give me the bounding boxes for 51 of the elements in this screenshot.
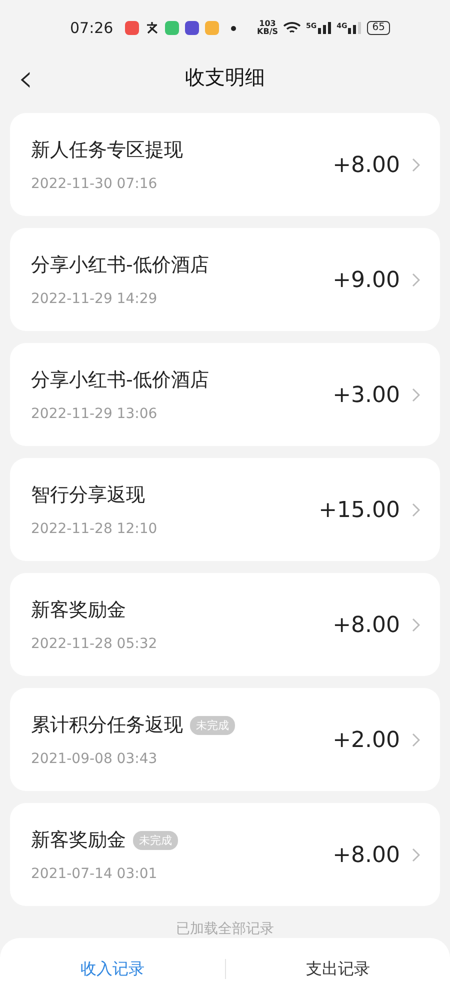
chevron-icon xyxy=(412,502,420,516)
record-title: 累计积分任务返现 xyxy=(31,713,183,738)
back-button[interactable]: ‹ xyxy=(8,58,44,97)
speed-value: 103 xyxy=(259,20,276,28)
record-amount: +8.00 xyxy=(332,843,400,868)
signal-icon xyxy=(348,22,362,34)
app-icon xyxy=(205,21,220,36)
record-time: 2022-11-29 14:29 xyxy=(31,291,158,307)
record-amount: +15.00 xyxy=(318,498,400,523)
chevron-icon xyxy=(412,388,420,402)
record-amount: +8.00 xyxy=(332,613,400,638)
record-time: 2022-11-28 05:32 xyxy=(31,636,158,652)
chevron-icon xyxy=(412,732,420,746)
record-time: 2021-09-08 03:43 xyxy=(31,751,158,767)
record-title: 分享小红书-低价酒店 xyxy=(31,253,209,278)
app-icon xyxy=(185,21,200,36)
record-time: 2022-11-30 07:16 xyxy=(31,176,158,192)
record-time: 2022-11-29 13:06 xyxy=(31,406,158,422)
record-amount: +8.00 xyxy=(332,153,400,178)
chevron-icon xyxy=(412,272,420,286)
app-icon xyxy=(125,21,140,36)
signal-icon xyxy=(318,22,332,34)
record-card[interactable]: 智行分享返现 2022-11-28 12:10 +15.00 xyxy=(10,458,440,561)
dot-icon xyxy=(231,26,236,31)
app-icon xyxy=(165,21,180,36)
record-title: 新客奖励金 xyxy=(31,828,126,853)
chevron-icon xyxy=(412,618,420,632)
clock-time: 07:26 xyxy=(70,19,114,38)
loaded-all-note: 已加载全部记录 xyxy=(176,921,274,937)
record-time: 2022-11-28 12:10 xyxy=(31,521,158,537)
wifi-icon xyxy=(283,21,302,36)
record-amount: +3.00 xyxy=(332,383,400,408)
record-card[interactable]: 分享小红书-低价酒店 2022-11-29 13:06 +3.00 xyxy=(10,343,440,446)
record-amount: +9.00 xyxy=(332,268,400,293)
speed-unit: KB/S xyxy=(257,28,278,36)
record-title: 智行分享返现 xyxy=(31,483,145,508)
chevron-icon xyxy=(412,158,420,172)
record-card[interactable]: 新人任务专区提现 2022-11-30 07:16 +8.00 xyxy=(10,113,440,216)
record-card[interactable]: 新客奖励金 2022-11-28 05:32 +8.00 xyxy=(10,573,440,676)
record-title: 新客奖励金 xyxy=(31,598,126,623)
record-title: 新人任务专区提现 xyxy=(31,138,183,163)
page-title: 收支明细 xyxy=(185,65,265,90)
battery-level: 65 xyxy=(367,21,390,36)
bottom-tab[interactable]: 支出记录 xyxy=(226,949,450,989)
record-time: 2021-07-14 03:01 xyxy=(31,866,158,882)
chevron-icon xyxy=(412,848,420,862)
record-amount: +2.00 xyxy=(332,728,400,753)
bottom-tab[interactable]: 收入记录 xyxy=(0,949,224,989)
app-icon xyxy=(145,21,160,36)
record-card[interactable]: 分享小红书-低价酒店 2022-11-29 14:29 +9.00 xyxy=(10,228,440,331)
record-title: 分享小红书-低价酒店 xyxy=(31,368,209,393)
